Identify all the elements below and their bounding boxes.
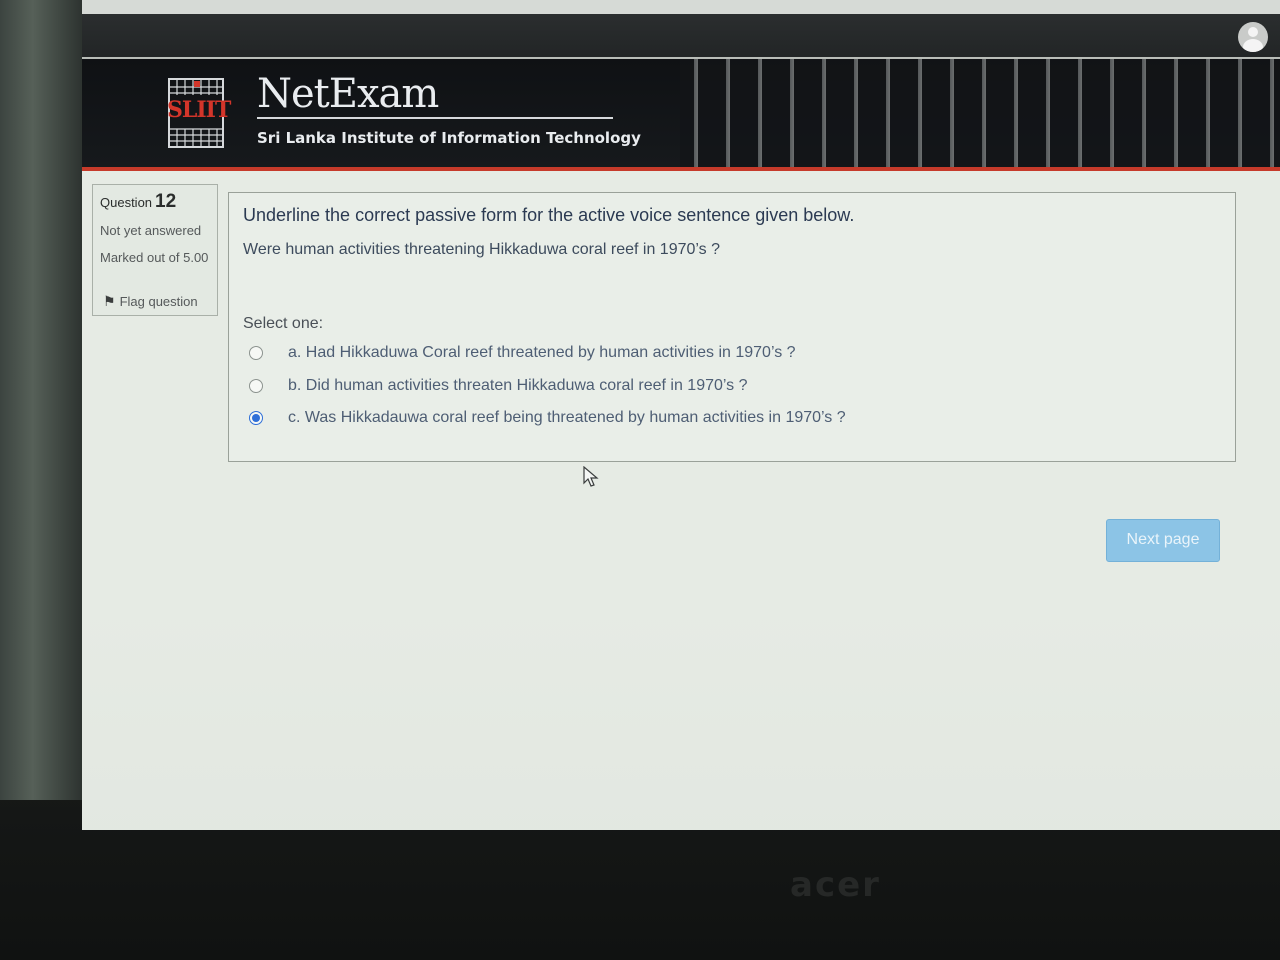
site-header: SLIIT NetExam Sri Lanka Institute of Inf… (82, 57, 1280, 171)
header-banner-image (680, 59, 1280, 167)
flag-question-link[interactable]: ⚑ Flag question (103, 293, 198, 310)
question-prompt: Underline the correct passive form for t… (243, 205, 855, 225)
answer-option-label: b. Did human activities threaten Hikkadu… (288, 377, 748, 394)
browser-screen: SLIIT NetExam Sri Lanka Institute of Inf… (82, 0, 1280, 830)
title-divider (257, 117, 613, 119)
flag-question-label: Flag question (119, 294, 198, 309)
sliit-logo: SLIIT (167, 77, 231, 149)
radio-option-c[interactable] (249, 411, 263, 425)
mouse-pointer-icon (583, 466, 599, 487)
answer-option-a[interactable]: a. Had Hikkaduwa Coral reef threatened b… (249, 341, 796, 365)
flag-icon: ⚑ (103, 293, 116, 309)
question-info-panel: Question 12 Not yet answered Marked out o… (92, 184, 218, 316)
select-one-label: Select one: (243, 315, 324, 332)
radio-option-a[interactable] (249, 346, 263, 360)
app-title: NetExam (257, 71, 439, 117)
question-content: Underline the correct passive form for t… (228, 192, 1236, 462)
question-sentence: Were human activities threatening Hikkad… (243, 241, 720, 258)
answer-option-b[interactable]: b. Did human activities threaten Hikkadu… (249, 374, 748, 398)
institute-name: Sri Lanka Institute of Information Techn… (257, 129, 641, 147)
question-grade: Marked out of 5.00 (100, 250, 209, 265)
question-label: Question (100, 195, 153, 210)
user-avatar[interactable] (1238, 22, 1268, 52)
top-navbar (82, 0, 1280, 57)
question-state: Not yet answered (100, 223, 202, 238)
next-page-button[interactable]: Next page (1106, 519, 1220, 562)
answer-option-label: c. Was Hikkadauwa coral reef being threa… (288, 409, 846, 426)
answer-option-label: a. Had Hikkaduwa Coral reef threatened b… (288, 344, 796, 361)
question-number: Question 12 (100, 191, 176, 213)
monitor-brand: acer (790, 865, 881, 905)
left-bezel (0, 0, 82, 800)
monitor-frame: acer SLIIT NetExam Sri Lanka Institute o… (0, 0, 1280, 960)
question-number-value: 12 (155, 191, 177, 212)
logo-text: SLIIT (167, 97, 231, 123)
answer-option-c[interactable]: c. Was Hikkadauwa coral reef being threa… (249, 406, 846, 430)
screen-glare (82, 600, 1280, 830)
radio-option-b[interactable] (249, 379, 263, 393)
